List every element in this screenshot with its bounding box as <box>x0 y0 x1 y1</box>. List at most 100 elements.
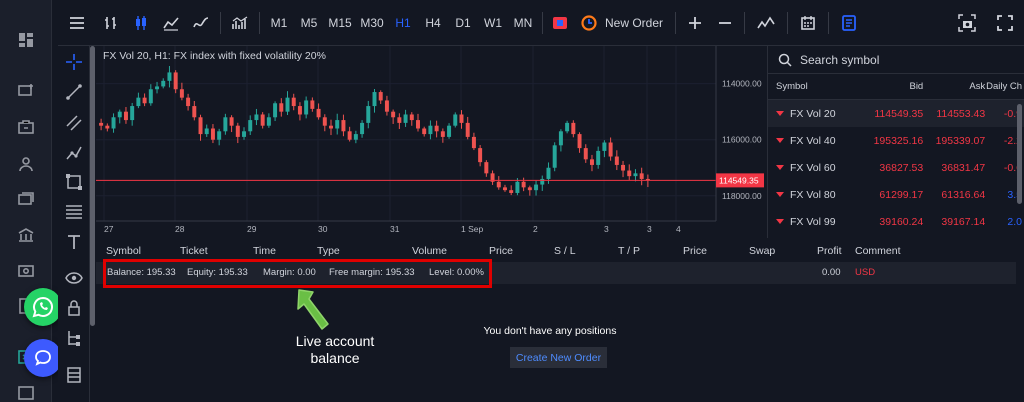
search-symbol-input[interactable] <box>800 52 1000 67</box>
col-pos-ticket[interactable]: Ticket <box>180 245 208 257</box>
no-positions-message: You don't have any positions <box>483 325 617 337</box>
timeframe-h1[interactable]: H1 <box>388 0 418 46</box>
toolbar-scrollbar[interactable] <box>90 46 95 326</box>
col-ask[interactable]: Ask <box>923 81 985 92</box>
timeframe-m1[interactable]: M1 <box>264 0 294 46</box>
candle-body <box>440 131 445 137</box>
watchlist-row[interactable]: FX Vol 40 195325.16 195339.07 -2.2 <box>768 127 1024 154</box>
col-pos-type[interactable]: Type <box>317 245 340 257</box>
new-order-button[interactable]: New Order <box>573 0 671 46</box>
line-chart-type-button[interactable] <box>186 0 216 46</box>
row-symbol: FX Vol 40 <box>768 135 842 147</box>
lock-icon[interactable] <box>65 299 83 317</box>
add-indicator-button[interactable] <box>749 0 783 46</box>
timeframe-h4[interactable]: H4 <box>418 0 448 46</box>
chart-canvas[interactable]: 118000.00 116000.00 114000.00 27 28 29 30 31 1 … <box>96 46 766 238</box>
candle-chart-type-button[interactable] <box>126 0 156 46</box>
account-currency: USD <box>855 267 876 278</box>
timeframe-m5[interactable]: M5 <box>294 0 324 46</box>
time-tick-label: 2 <box>533 224 538 234</box>
col-pos-swap[interactable]: Swap <box>749 245 775 257</box>
col-pos-symbol[interactable]: Symbol <box>106 245 141 257</box>
wallet-icon[interactable] <box>17 118 35 136</box>
row-daily-change: 2.0 <box>1007 215 1022 228</box>
toolbar-separator <box>542 11 543 34</box>
path-icon[interactable] <box>65 144 83 162</box>
row-bid: 114549.35 <box>874 107 924 120</box>
channel-icon[interactable] <box>65 114 83 132</box>
bar-chart-type-button[interactable] <box>96 0 126 46</box>
calendar-button[interactable] <box>792 0 824 46</box>
drawing-tools <box>58 46 90 402</box>
object-tree-icon[interactable] <box>65 329 83 347</box>
dashboard-icon[interactable] <box>17 31 35 49</box>
watchlist-row[interactable]: FX Vol 20 114549.35 114553.43 -0.9 <box>768 100 1024 127</box>
menu-button[interactable] <box>58 0 96 46</box>
col-pos-comment[interactable]: Comment <box>855 245 901 257</box>
whatsapp-button[interactable] <box>24 288 62 326</box>
notes-icon <box>842 14 856 31</box>
watchlist-row[interactable]: FX Vol 80 61299.17 61316.64 3.5 <box>768 181 1024 208</box>
watchlist-scrollbar[interactable] <box>1017 104 1022 204</box>
candle-body <box>384 100 389 112</box>
zoom-in-button[interactable] <box>680 0 710 46</box>
timeframe-m15[interactable]: M15 <box>324 0 356 46</box>
deposit-icon[interactable] <box>17 81 35 99</box>
candle-body <box>372 92 377 107</box>
rectangle-icon[interactable] <box>65 173 83 191</box>
users-icon[interactable] <box>17 155 35 173</box>
crosshair-icon[interactable] <box>65 53 83 71</box>
bank-icon[interactable] <box>17 226 35 244</box>
candle-body <box>391 111 396 118</box>
col-pos-time[interactable]: Time <box>253 245 276 257</box>
col-symbol[interactable]: Symbol <box>768 81 842 92</box>
price-chart[interactable]: 118000.00 116000.00 114000.00 27 28 29 30 31 1 … <box>96 46 766 238</box>
cash-icon[interactable] <box>17 262 35 280</box>
candle-body <box>571 122 576 135</box>
fullscreen-button[interactable] <box>986 0 1024 46</box>
col-daily-change[interactable]: Daily Ch <box>985 81 1024 92</box>
zoom-out-button[interactable] <box>710 0 740 46</box>
col-pos-sl[interactable]: S / L <box>554 245 576 257</box>
chat-support-button[interactable] <box>24 339 62 377</box>
eye-icon[interactable] <box>65 269 83 287</box>
candle-body <box>161 80 166 87</box>
indicators-button[interactable] <box>225 0 255 46</box>
candle-body <box>322 117 327 126</box>
col-pos-profit[interactable]: Profit <box>817 245 842 257</box>
notes-button[interactable] <box>833 0 865 46</box>
col-pos-volume[interactable]: Volume <box>412 245 447 257</box>
fib-levels-icon[interactable] <box>65 203 83 221</box>
row-symbol: FX Vol 60 <box>768 162 842 174</box>
candle-body <box>577 134 582 149</box>
data-window-icon[interactable] <box>65 366 83 384</box>
watchlist-row[interactable]: FX Vol 60 36827.53 36831.47 -0.6 <box>768 154 1024 181</box>
area-chart-type-button[interactable] <box>156 0 186 46</box>
candle-body <box>453 114 458 126</box>
col-pos-current-price[interactable]: Price <box>683 245 707 257</box>
timeframe-m30[interactable]: M30 <box>356 0 388 46</box>
timeframe-mn[interactable]: MN <box>508 0 538 46</box>
trend-line-icon[interactable] <box>65 83 83 101</box>
timeframe-d1[interactable]: D1 <box>448 0 478 46</box>
text-tool-icon[interactable] <box>65 233 83 251</box>
col-pos-tp[interactable]: T / P <box>618 245 640 257</box>
timeframe-w1[interactable]: W1 <box>478 0 508 46</box>
col-pos-price[interactable]: Price <box>489 245 513 257</box>
trade-panel-button[interactable] <box>547 0 573 46</box>
area-chart-icon <box>163 16 179 31</box>
col-bid[interactable]: Bid <box>842 81 923 92</box>
candle-body <box>254 114 259 121</box>
candle-body <box>285 97 290 112</box>
current-price-tag: 114549.35 <box>716 173 764 188</box>
candle-body <box>583 148 588 160</box>
cards-icon[interactable] <box>17 190 35 208</box>
screenshot-button[interactable] <box>948 0 986 46</box>
candle-body <box>353 134 358 140</box>
price-tag-label: 114549.35 <box>719 175 759 185</box>
watchlist-row[interactable]: FX Vol 99 39160.24 39167.14 2.0 <box>768 208 1024 235</box>
watchlist-panel: Symbol Bid Ask Daily Ch FX Vol 20 114549.… <box>767 46 1024 238</box>
create-new-order-button[interactable]: Create New Order <box>510 347 607 368</box>
chart-window-icon[interactable] <box>17 384 35 402</box>
line-chart-icon <box>193 16 209 27</box>
